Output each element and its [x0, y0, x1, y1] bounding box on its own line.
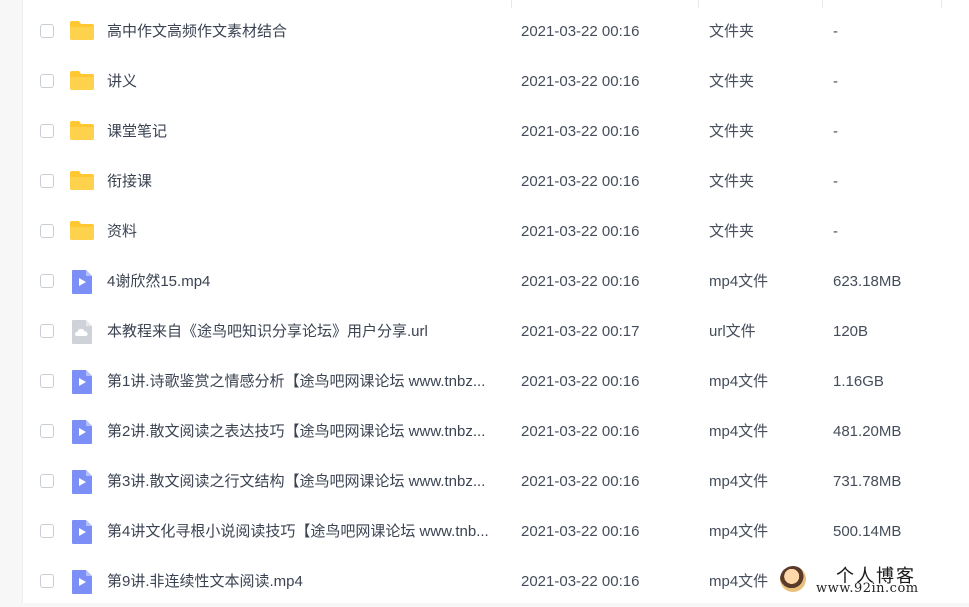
file-size: - [833, 123, 838, 140]
row-checkbox[interactable] [40, 424, 54, 438]
row-checkbox[interactable] [40, 24, 54, 38]
file-name[interactable]: 第3讲.散文阅读之行文结构【途鸟吧网课论坛 www.tnbz... [107, 457, 507, 507]
file-name[interactable]: 课堂笔记 [107, 107, 507, 157]
folder-icon [69, 219, 95, 246]
video-file-icon [71, 519, 93, 550]
watermark-avatar-icon [780, 566, 806, 592]
modified-time: 2021-03-22 00:16 [521, 123, 640, 140]
file-list-panel: 高中作文高频作文素材结合 2021-03-22 00:16 文件夹 - 讲义 2… [22, 0, 969, 603]
file-type: mp4文件 [709, 423, 769, 440]
folder-icon [69, 69, 95, 96]
modified-time: 2021-03-22 00:16 [521, 173, 640, 190]
row-checkbox[interactable] [40, 224, 54, 238]
file-row[interactable]: 衔接课 2021-03-22 00:16 文件夹 - [23, 157, 969, 207]
file-type: mp4文件 [709, 523, 769, 540]
file-size: 481.20MB [833, 423, 902, 440]
row-checkbox[interactable] [40, 324, 54, 338]
file-row[interactable]: 课堂笔记 2021-03-22 00:16 文件夹 - [23, 107, 969, 157]
file-size: - [833, 223, 838, 240]
row-checkbox[interactable] [40, 524, 54, 538]
file-name[interactable]: 第1讲.诗歌鉴赏之情感分析【途鸟吧网课论坛 www.tnbz... [107, 357, 507, 407]
modified-time: 2021-03-22 00:16 [521, 273, 640, 290]
file-type: 文件夹 [709, 23, 755, 40]
modified-time: 2021-03-22 00:16 [521, 223, 640, 240]
modified-time: 2021-03-22 00:16 [521, 573, 640, 590]
modified-time: 2021-03-22 00:16 [521, 23, 640, 40]
row-checkbox[interactable] [40, 74, 54, 88]
file-type: 文件夹 [709, 223, 755, 240]
file-row[interactable]: 本教程来自《途鸟吧知识分享论坛》用户分享.url 2021-03-22 00:1… [23, 307, 969, 357]
file-name[interactable]: 第4讲文化寻根小说阅读技巧【途鸟吧网课论坛 www.tnb... [107, 507, 507, 557]
row-checkbox[interactable] [40, 274, 54, 288]
file-name[interactable]: 第9讲.非连续性文本阅读.mp4 [107, 557, 507, 607]
file-name[interactable]: 资料 [107, 207, 507, 257]
file-size: - [833, 173, 838, 190]
file-size: - [833, 73, 838, 90]
video-file-icon [71, 269, 93, 300]
file-size: 1.16GB [833, 373, 884, 390]
video-file-icon [71, 469, 93, 500]
file-size: 500.14MB [833, 523, 902, 540]
row-checkbox[interactable] [40, 374, 54, 388]
modified-time: 2021-03-22 00:17 [521, 323, 640, 340]
file-type: url文件 [709, 323, 756, 340]
file-type: mp4文件 [709, 273, 769, 290]
modified-time: 2021-03-22 00:16 [521, 73, 640, 90]
modified-time: 2021-03-22 00:16 [521, 373, 640, 390]
file-row[interactable]: 第4讲文化寻根小说阅读技巧【途鸟吧网课论坛 www.tnb... 2021-03… [23, 507, 969, 557]
file-type: 文件夹 [709, 123, 755, 140]
file-row[interactable]: 讲义 2021-03-22 00:16 文件夹 - [23, 57, 969, 107]
file-type: mp4文件 [709, 473, 769, 490]
folder-icon [69, 169, 95, 196]
file-size: - [833, 23, 838, 40]
folder-icon [69, 119, 95, 146]
file-row[interactable]: 第2讲.散文阅读之表达技巧【途鸟吧网课论坛 www.tnbz... 2021-0… [23, 407, 969, 457]
video-file-icon [71, 369, 93, 400]
file-type: 文件夹 [709, 173, 755, 190]
row-checkbox[interactable] [40, 574, 54, 588]
folder-icon [69, 19, 95, 46]
file-row[interactable]: 4谢欣然15.mp4 2021-03-22 00:16 mp4文件 623.18… [23, 257, 969, 307]
file-name[interactable]: 第2讲.散文阅读之表达技巧【途鸟吧网课论坛 www.tnbz... [107, 407, 507, 457]
file-name[interactable]: 讲义 [107, 57, 507, 107]
file-size: 120B [833, 323, 869, 340]
video-file-icon [71, 569, 93, 600]
row-checkbox[interactable] [40, 474, 54, 488]
watermark-url: www.92in.com [816, 581, 919, 596]
file-name[interactable]: 高中作文高频作文素材结合 [107, 7, 507, 57]
modified-time: 2021-03-22 00:16 [521, 473, 640, 490]
file-name[interactable]: 4谢欣然15.mp4 [107, 257, 507, 307]
file-name[interactable]: 本教程来自《途鸟吧知识分享论坛》用户分享.url [107, 307, 507, 357]
row-checkbox[interactable] [40, 174, 54, 188]
row-checkbox[interactable] [40, 124, 54, 138]
file-row[interactable]: 第1讲.诗歌鉴赏之情感分析【途鸟吧网课论坛 www.tnbz... 2021-0… [23, 357, 969, 407]
video-file-icon [71, 419, 93, 450]
file-row[interactable]: 资料 2021-03-22 00:16 文件夹 - [23, 207, 969, 257]
modified-time: 2021-03-22 00:16 [521, 423, 640, 440]
file-type: 文件夹 [709, 73, 755, 90]
file-name[interactable]: 衔接课 [107, 157, 507, 207]
watermark: 个人博客 www.92in.com [778, 562, 968, 600]
file-type: mp4文件 [709, 573, 769, 590]
modified-time: 2021-03-22 00:16 [521, 523, 640, 540]
cloud-file-icon [71, 319, 93, 350]
file-row[interactable]: 高中作文高频作文素材结合 2021-03-22 00:16 文件夹 - [23, 7, 969, 57]
file-size: 731.78MB [833, 473, 902, 490]
file-list: 高中作文高频作文素材结合 2021-03-22 00:16 文件夹 - 讲义 2… [23, 7, 969, 607]
file-row[interactable]: 第3讲.散文阅读之行文结构【途鸟吧网课论坛 www.tnbz... 2021-0… [23, 457, 969, 507]
file-size: 623.18MB [833, 273, 902, 290]
file-type: mp4文件 [709, 373, 769, 390]
